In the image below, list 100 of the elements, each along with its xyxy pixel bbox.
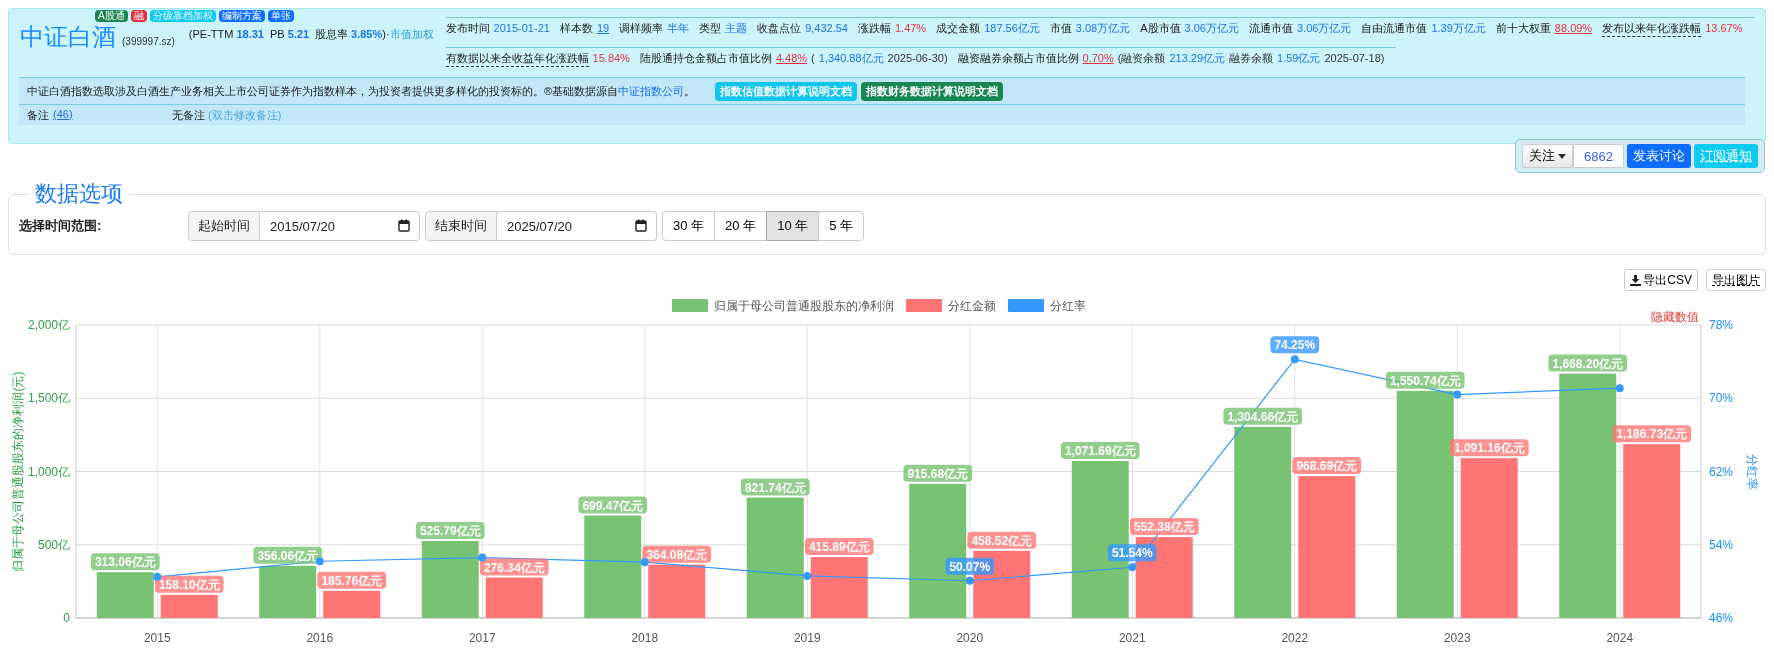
info-value: 15.84% — [592, 52, 630, 64]
axis-tick-label: 78% — [1709, 318, 1734, 332]
axis-tick-label: 2016 — [306, 631, 334, 645]
range-button[interactable]: 5 年 — [818, 211, 865, 241]
value-link[interactable]: 88.09% — [1554, 22, 1593, 34]
annotation: 74.25% — [1274, 338, 1316, 353]
annotation: 51.54% — [1111, 546, 1153, 561]
annotation: 525.79亿元 — [419, 523, 481, 538]
range-button[interactable]: 30 年 — [662, 211, 716, 241]
axis-title: 归属于母公司普通股股东的净利润(元) — [11, 371, 25, 572]
panel-title: 数据选项 — [34, 180, 124, 208]
axis-tick-label: 70% — [1709, 391, 1734, 406]
annotation: 415.89亿元 — [808, 540, 870, 555]
data-label: 1,186.73亿元 — [1612, 425, 1692, 443]
legend-label[interactable]: 分红金额 — [948, 299, 996, 313]
metric-value: 3.85% — [351, 27, 383, 40]
axis-tick-label: 2023 — [1443, 631, 1471, 645]
value-link[interactable]: 4.48% — [775, 52, 808, 64]
info-label: 发布以来年化涨跌幅 — [1602, 21, 1702, 37]
annotation: 1,550.74亿元 — [1389, 373, 1461, 388]
range-label: 选择时间范围: — [19, 217, 103, 235]
annotation: 552.38亿元 — [1133, 520, 1195, 535]
info-label: 涨跌幅 — [857, 21, 891, 36]
axis-tick-label: 1,500亿 — [27, 391, 70, 406]
axis-tick-label: 2020 — [956, 631, 984, 645]
follow-button[interactable]: 关注 — [1522, 144, 1574, 168]
info-label: A股市值 — [1140, 21, 1181, 36]
data-label: 1,550.74亿元 — [1385, 371, 1465, 389]
annotation: 185.76亿元 — [321, 573, 383, 588]
tag-badge: 单张 — [267, 10, 294, 22]
axis-tick-label: 2022 — [1281, 631, 1309, 645]
info-label: 市值 — [1049, 21, 1072, 36]
axis-tick-label: 0 — [63, 611, 70, 625]
data-label: 364.08亿元 — [642, 545, 712, 563]
axis-tick-label: 2019 — [793, 631, 821, 645]
annotation: 699.47亿元 — [582, 498, 644, 513]
annotation: 276.34亿元 — [483, 560, 545, 575]
legend-label[interactable]: 分红率 — [1050, 299, 1086, 313]
metric-label: (PE-TTM — [188, 27, 234, 40]
doc-button[interactable]: 指数财务数据计算说明文档 — [861, 81, 1004, 101]
info-label: 收盘点位 — [757, 21, 802, 36]
remarks-count-link[interactable]: (46) — [53, 107, 73, 123]
info-value: 2025-06-30) — [887, 52, 948, 64]
date-label: 结束时间 — [425, 211, 497, 241]
index-title: 中证白酒 — [20, 22, 116, 52]
axis-tick-label: 2018 — [631, 631, 659, 645]
date-field[interactable]: 2015/07/20 — [260, 211, 420, 241]
annotation: 1,186.73亿元 — [1616, 427, 1688, 442]
info-value: 2015-01-21 — [493, 22, 550, 34]
value-link[interactable]: 19 — [596, 22, 610, 34]
follower-count: 6862 — [1573, 144, 1624, 168]
export-image-button[interactable]: 导出图片 — [1706, 269, 1766, 291]
data-label: 185.76亿元 — [317, 571, 387, 589]
data-label: 415.89亿元 — [804, 538, 874, 556]
tag-badge: 分级靠档加权 — [149, 10, 216, 22]
axis-title: 分红率 — [1745, 453, 1759, 490]
data-label: 158.10亿元 — [154, 575, 224, 593]
info-label: 发布时间 — [445, 21, 490, 36]
axis-tick-label: 2024 — [1606, 631, 1634, 645]
annotation: 968.69亿元 — [1296, 459, 1358, 474]
data-label: 968.69亿元 — [1292, 457, 1362, 475]
info-value: 融券余额 — [1229, 51, 1274, 66]
info-label: 有数据以来全收益年化涨跌幅 — [445, 51, 589, 67]
range-button[interactable]: 20 年 — [714, 211, 768, 241]
metric-value: 18.31 — [236, 27, 264, 40]
info-value: 13.67% — [1705, 22, 1743, 34]
data-label: 313.06亿元 — [90, 553, 160, 571]
info-value: 9,432.54 — [805, 22, 848, 34]
metric-label: PB — [269, 27, 285, 40]
legend-label[interactable]: 归属于母公司普通股股东的净利润 — [714, 299, 894, 313]
data-label: 458.52亿元 — [967, 531, 1037, 549]
axis-tick-label: 1,000亿 — [27, 464, 70, 479]
value-link[interactable]: 0.70% — [1082, 52, 1114, 64]
annotation: 1,071.69亿元 — [1064, 444, 1136, 458]
export-csv-button[interactable]: 导出CSV — [1624, 269, 1698, 291]
post-discussion-button[interactable]: 发表讨论 — [1627, 144, 1691, 168]
data-label: 51.54% — [1107, 544, 1157, 562]
range-button[interactable]: 10 年 — [766, 211, 820, 241]
info-value: 2025-07-18) — [1324, 52, 1385, 64]
annotation: 158.10亿元 — [158, 577, 220, 592]
annotation: 915.68亿元 — [907, 466, 969, 481]
hide-values-link[interactable]: 隐藏数值 — [1651, 310, 1699, 324]
info-label: 前十大权重 — [1495, 21, 1551, 36]
info-value: 主题 — [725, 21, 748, 36]
data-label: 356.06亿元 — [253, 546, 323, 564]
weighting-link[interactable]: 市值加权 — [389, 26, 434, 42]
annotation: 364.08亿元 — [646, 547, 708, 562]
tag-badge: A股通 — [95, 10, 128, 22]
annotation: 356.06亿元 — [257, 548, 319, 563]
axis-tick-label: 2017 — [468, 631, 496, 645]
source-link[interactable]: 中证指数公司 — [618, 84, 685, 97]
annotation: 458.52亿元 — [971, 533, 1033, 548]
data-label: 699.47亿元 — [578, 496, 648, 514]
axis-tick-label: 2015 — [143, 631, 171, 645]
remarks-text: 无备注 — [172, 107, 205, 123]
info-value: (融资余额 — [1117, 51, 1166, 66]
axis-tick-label: 54% — [1709, 537, 1734, 552]
date-field[interactable]: 2025/07/20 — [497, 211, 657, 241]
info-label: 样本数 — [559, 21, 593, 36]
info-value: 1.59亿元 — [1277, 51, 1321, 66]
